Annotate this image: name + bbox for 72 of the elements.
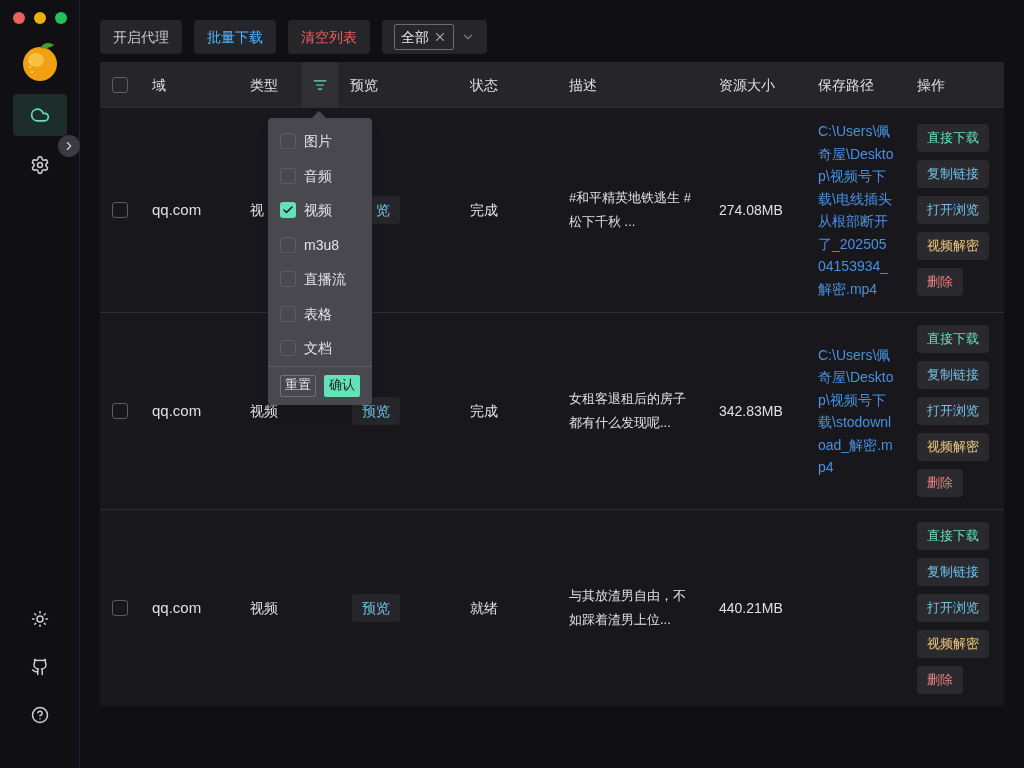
save-path-link[interactable]: C:\Users\佩奇屋\Desktop\视频号下载\电线插头从根部断开了_20250504153934_解密.mp4 <box>818 120 894 300</box>
nav-item[interactable] <box>12 94 67 136</box>
checkbox[interactable] <box>112 76 128 93</box>
action-button[interactable]: 删除 <box>917 666 963 694</box>
checkbox[interactable] <box>112 600 128 616</box>
sun-icon[interactable] <box>30 610 49 628</box>
expand-button[interactable] <box>58 135 80 157</box>
column-header: 描述 <box>569 75 597 95</box>
description-text: 与其放渣男自由，不如踩着渣男上位... <box>569 587 687 629</box>
maximize-window-button[interactable] <box>55 12 67 24</box>
table-cell: 342.83MB <box>719 403 783 419</box>
table-cell: qq.com <box>152 402 202 420</box>
toolbar-button[interactable]: 开启代理 <box>100 20 182 54</box>
reset-button[interactable]: 重置 <box>280 374 316 397</box>
column-header: 预览 <box>350 75 378 95</box>
action-button[interactable]: 打开浏览 <box>917 397 989 425</box>
action-button[interactable]: 打开浏览 <box>917 594 989 622</box>
toolbar-button[interactable]: 批量下载 <box>194 20 276 54</box>
github-icon[interactable] <box>30 658 49 676</box>
table-cell: qq.com <box>152 201 202 219</box>
type-select[interactable]: 全部 <box>382 20 487 54</box>
filter-option[interactable]: 音频 <box>304 165 332 186</box>
filter-option[interactable]: 直播流 <box>304 269 346 290</box>
action-button[interactable]: 打开浏览 <box>917 196 989 224</box>
table-cell: qq.com <box>152 599 202 617</box>
filter-option[interactable]: 表格 <box>304 303 332 324</box>
table-cell: 视 <box>250 202 264 218</box>
action-button[interactable]: 视频解密 <box>917 232 989 260</box>
preview-button[interactable]: 预览 <box>352 594 400 622</box>
confirm-button[interactable]: 确认 <box>324 374 360 397</box>
column-header: 类型 <box>250 75 278 95</box>
save-path-link[interactable]: C:\Users\佩奇屋\Desktop\视频号下载\stodownload_解密.mp4 <box>818 343 894 479</box>
column-header: 资源大小 <box>719 75 775 95</box>
description-text: #和平精英地铁逃生 #松下千秋 ... <box>569 189 693 231</box>
action-button[interactable]: 删除 <box>917 469 963 497</box>
table-cell: 视频 <box>250 403 278 419</box>
filter-option[interactable]: 文档 <box>304 338 332 359</box>
description-text: 女租客退租后的房子都有什么发现呢... <box>569 390 687 432</box>
table-cell: 就绪 <box>470 600 498 616</box>
table-cell: 视频 <box>250 600 278 616</box>
filter-icon[interactable] <box>313 77 327 92</box>
action-button[interactable]: 复制链接 <box>917 558 989 586</box>
action-button[interactable]: 删除 <box>917 268 963 296</box>
filter-option[interactable]: m3u8 <box>304 234 340 255</box>
close-icon[interactable] <box>433 30 447 44</box>
checkbox[interactable] <box>112 403 128 419</box>
help-icon[interactable] <box>30 706 49 724</box>
cloud-icon <box>29 105 50 125</box>
table-cell: 440.21MB <box>719 600 783 616</box>
column-header: 操作 <box>917 75 945 95</box>
table-cell: 274.08MB <box>719 202 783 218</box>
action-button[interactable]: 直接下载 <box>917 522 989 550</box>
action-button[interactable]: 视频解密 <box>917 433 989 461</box>
action-button[interactable]: 复制链接 <box>917 361 989 389</box>
filter-option[interactable]: 图片 <box>304 131 332 152</box>
tag-label: 全部 <box>401 28 429 47</box>
settings-icon <box>29 155 50 175</box>
minimize-window-button[interactable] <box>34 12 46 24</box>
table-cell: 完成 <box>470 403 498 419</box>
action-button[interactable]: 直接下载 <box>917 124 989 152</box>
close-window-button[interactable] <box>13 12 25 24</box>
action-button[interactable]: 视频解密 <box>917 630 989 658</box>
column-header: 域 <box>152 75 166 95</box>
column-header: 状态 <box>470 75 498 95</box>
action-button[interactable]: 直接下载 <box>917 325 989 353</box>
toolbar-button[interactable]: 清空列表 <box>288 20 370 54</box>
checkbox[interactable] <box>112 202 128 218</box>
action-button[interactable]: 复制链接 <box>917 160 989 188</box>
filter-option[interactable]: 视频 <box>304 200 332 221</box>
checkbox[interactable] <box>280 202 296 219</box>
table-cell: 完成 <box>470 202 498 218</box>
column-header: 保存路径 <box>818 75 874 95</box>
